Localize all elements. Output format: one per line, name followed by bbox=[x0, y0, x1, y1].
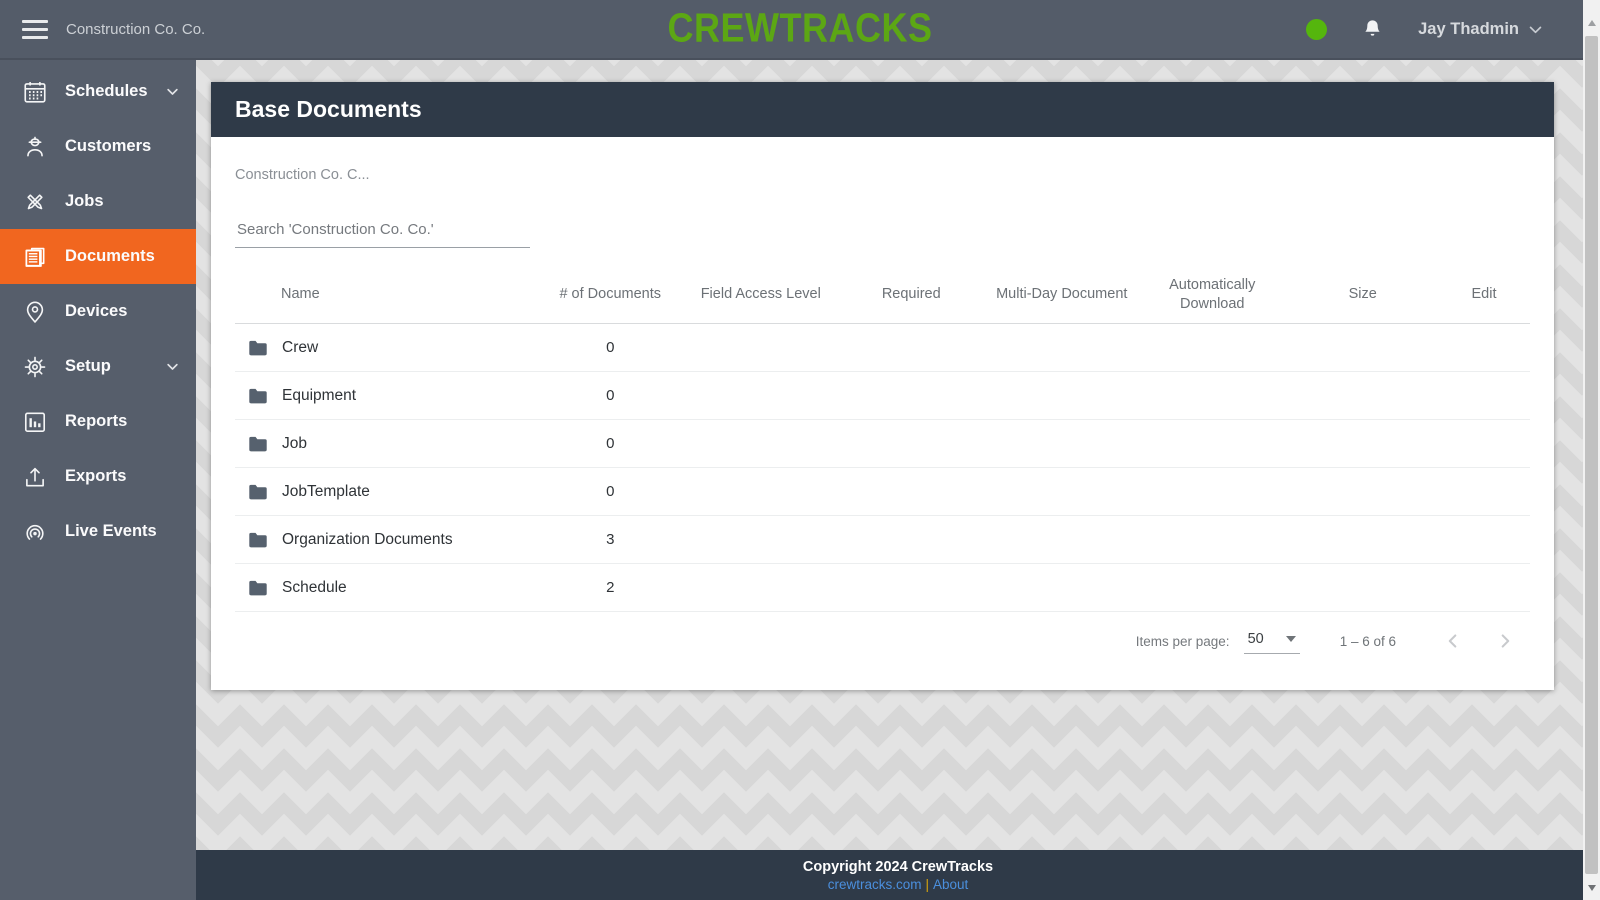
sidebar-item-jobs[interactable]: Jobs bbox=[0, 174, 196, 229]
link-separator: | bbox=[925, 876, 929, 892]
sidebar-item-customers[interactable]: Customers bbox=[0, 119, 196, 174]
sidebar-item-label: Reports bbox=[65, 412, 128, 430]
top-header: Construction Co. Co. CREWTRACKS Jay Thad… bbox=[0, 0, 1600, 60]
sidebar-item-schedules[interactable]: Schedules bbox=[0, 64, 196, 119]
column-header-field-access-level: Field Access Level bbox=[700, 286, 821, 303]
folder-icon bbox=[247, 385, 269, 407]
calendar-icon bbox=[21, 78, 48, 105]
items-per-page-select[interactable]: 50 bbox=[1243, 629, 1300, 654]
folder-icon bbox=[247, 433, 269, 455]
pagination-bar: Items per page: 50 1 – 6 of 6 bbox=[235, 626, 1530, 656]
page-title: Base Documents bbox=[235, 96, 422, 122]
column-header-name: Name bbox=[281, 286, 320, 303]
column-header-size: Size bbox=[1348, 286, 1377, 303]
document-count: 3 bbox=[606, 531, 615, 548]
sidebar-item-label: Live Events bbox=[65, 522, 157, 540]
folder-icon bbox=[247, 337, 269, 359]
topbar-right: Jay Thadmin bbox=[1306, 18, 1544, 41]
broadcast-icon bbox=[21, 518, 48, 545]
folder-name: Job bbox=[282, 434, 307, 452]
sidebar-item-exports[interactable]: Exports bbox=[0, 449, 196, 504]
vertical-scrollbar[interactable] bbox=[1583, 0, 1600, 900]
search-input[interactable] bbox=[237, 221, 528, 238]
upload-icon bbox=[21, 463, 48, 490]
table-row-equipment[interactable]: Equipment 0 bbox=[235, 372, 1530, 420]
document-count: 0 bbox=[606, 387, 615, 404]
folder-name: Equipment bbox=[282, 386, 357, 404]
sidebar-item-label: Jobs bbox=[65, 192, 104, 210]
table-row-crew[interactable]: Crew 0 bbox=[235, 324, 1530, 372]
copyright-text: Copyright 2024 CrewTracks bbox=[802, 858, 994, 875]
column-header-required: Required bbox=[881, 286, 941, 303]
sidebar-item-reports[interactable]: Reports bbox=[0, 394, 196, 449]
scrollbar-down-arrow[interactable] bbox=[1583, 879, 1600, 896]
folder-name: Crew bbox=[282, 338, 319, 356]
sidebar-item-label: Customers bbox=[65, 137, 152, 155]
notifications-bell-icon[interactable] bbox=[1361, 18, 1384, 41]
sidebar-item-label: Setup bbox=[65, 357, 111, 375]
connection-status-dot bbox=[1306, 18, 1328, 40]
column-header-multi-day: Multi-Day Document bbox=[996, 286, 1128, 303]
sidebar-nav: Schedules Customers Jobs Documents Devic… bbox=[0, 60, 196, 900]
folder-icon bbox=[247, 529, 269, 551]
user-name: Jay Thadmin bbox=[1418, 19, 1519, 38]
column-header-num-documents: # of Documents bbox=[559, 286, 662, 303]
main-content: Base Documents Construction Co. C... Nam… bbox=[196, 60, 1600, 900]
items-per-page-value: 50 bbox=[1247, 630, 1264, 647]
sidebar-item-setup[interactable]: Setup bbox=[0, 339, 196, 394]
table-row-jobtemplate[interactable]: JobTemplate 0 bbox=[235, 468, 1530, 516]
crewtracks-app: Construction Co. Co. CREWTRACKS Jay Thad… bbox=[0, 0, 1600, 900]
folder-icon bbox=[247, 577, 269, 599]
sidebar-item-devices[interactable]: Devices bbox=[0, 284, 196, 339]
sidebar-item-live-events[interactable]: Live Events bbox=[0, 504, 196, 559]
previous-page-button[interactable] bbox=[1438, 626, 1468, 656]
base-documents-card: Base Documents Construction Co. C... Nam… bbox=[211, 82, 1554, 690]
folder-name: JobTemplate bbox=[282, 482, 370, 500]
folder-icon bbox=[247, 481, 269, 503]
card-header: Base Documents bbox=[211, 82, 1554, 137]
document-count: 2 bbox=[606, 579, 615, 596]
crossed-tools-icon bbox=[21, 188, 48, 215]
scrollbar-up-arrow[interactable] bbox=[1583, 14, 1600, 31]
document-count: 0 bbox=[606, 339, 615, 356]
sidebar-item-label: Documents bbox=[65, 247, 155, 265]
sidebar-item-documents[interactable]: Documents bbox=[0, 229, 196, 284]
folder-name: Schedule bbox=[282, 578, 347, 596]
breadcrumb[interactable]: Construction Co. C... bbox=[235, 167, 1530, 183]
organization-name: Construction Co. Co. bbox=[66, 20, 206, 38]
documents-table: Name # of Documents Field Access Level R… bbox=[235, 266, 1530, 612]
column-header-auto-download: Automatically Download bbox=[1169, 277, 1256, 312]
scrollbar-thumb[interactable] bbox=[1585, 36, 1598, 874]
page-footer: Copyright 2024 CrewTracks crewtracks.com… bbox=[196, 850, 1600, 900]
gear-icon bbox=[21, 353, 48, 380]
document-count: 0 bbox=[606, 435, 615, 452]
table-row-organization-documents[interactable]: Organization Documents 3 bbox=[235, 516, 1530, 564]
table-row-schedule[interactable]: Schedule 2 bbox=[235, 564, 1530, 612]
folder-name: Organization Documents bbox=[282, 530, 453, 548]
chevron-down-icon bbox=[165, 359, 180, 374]
sidebar-item-label: Devices bbox=[65, 302, 128, 320]
worker-icon bbox=[21, 133, 48, 160]
next-page-button[interactable] bbox=[1490, 626, 1520, 656]
column-header-edit: Edit bbox=[1471, 286, 1497, 303]
documents-icon bbox=[21, 243, 48, 270]
hamburger-menu-icon[interactable] bbox=[22, 19, 48, 39]
search-field-wrap bbox=[235, 217, 530, 248]
crewtracks-logo: CREWTRACKS bbox=[667, 4, 933, 51]
table-header-row: Name # of Documents Field Access Level R… bbox=[235, 266, 1530, 324]
sidebar-item-label: Exports bbox=[65, 467, 127, 485]
crewtracks-site-link[interactable]: crewtracks.com bbox=[828, 877, 922, 892]
about-link[interactable]: About bbox=[933, 877, 968, 892]
map-pin-icon bbox=[21, 298, 48, 325]
chevron-down-icon bbox=[165, 84, 180, 99]
document-count: 0 bbox=[606, 483, 615, 500]
sidebar-item-label: Schedules bbox=[65, 82, 148, 100]
pagination-range: 1 – 6 of 6 bbox=[1339, 633, 1396, 649]
user-menu[interactable]: Jay Thadmin bbox=[1418, 20, 1544, 39]
table-row-job[interactable]: Job 0 bbox=[235, 420, 1530, 468]
chevron-down-icon bbox=[1527, 21, 1544, 38]
items-per-page-label: Items per page: bbox=[1135, 633, 1230, 649]
dropdown-caret-icon bbox=[1285, 635, 1296, 642]
bar-chart-icon bbox=[21, 408, 48, 435]
